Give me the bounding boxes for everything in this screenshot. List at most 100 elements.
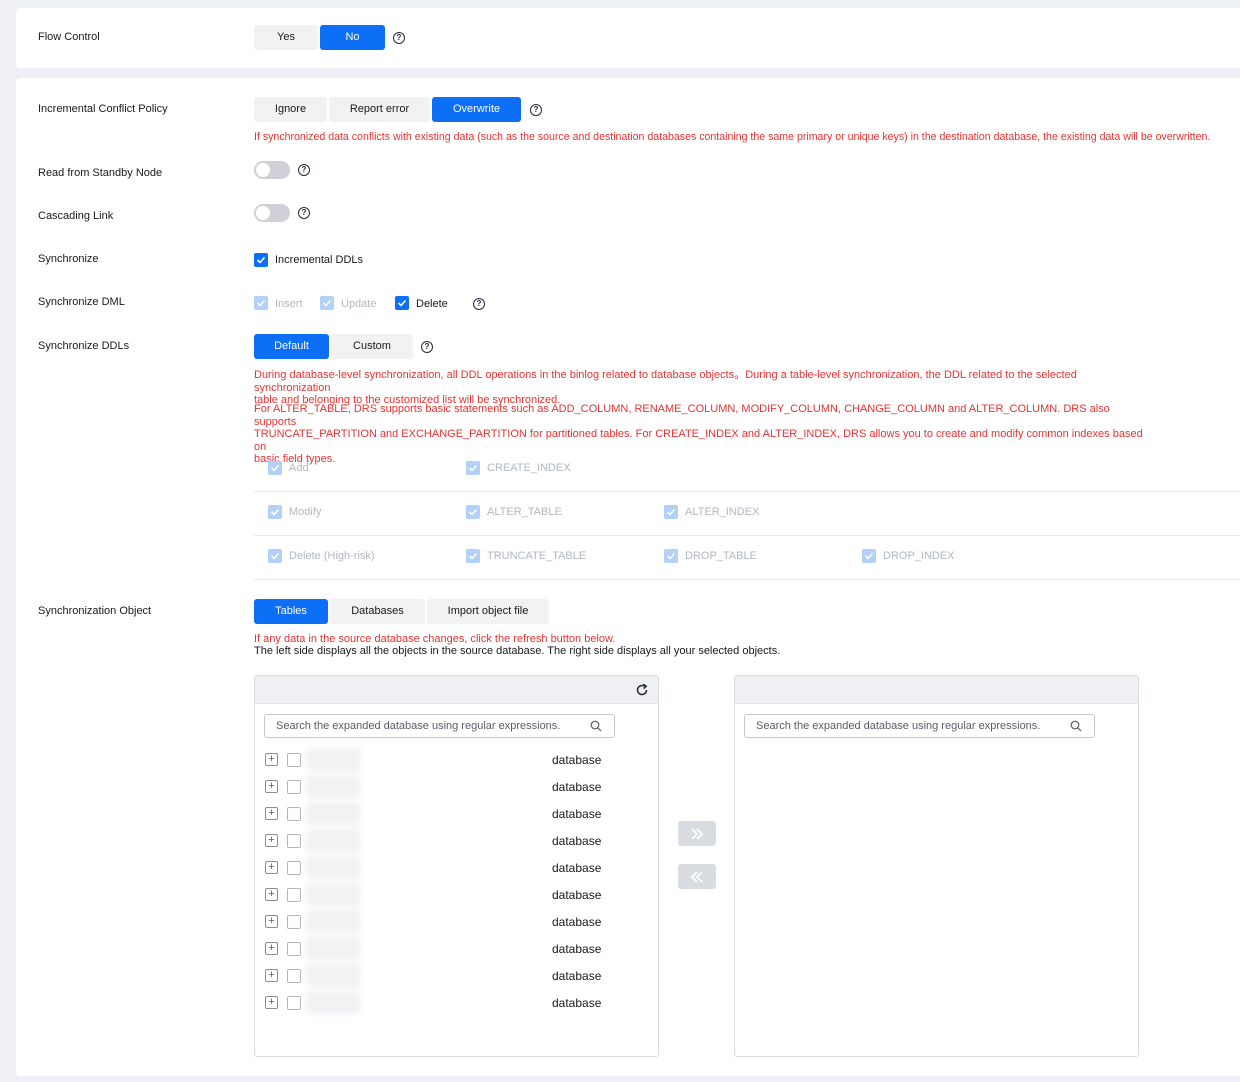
ddl-option-checkbox[interactable] [664,549,678,563]
list-item: + database [265,989,645,1016]
sync-dml-label: Synchronize DML [38,296,125,308]
ddl-option-checkbox[interactable] [664,505,678,519]
expand-icon[interactable]: + [265,807,278,820]
help-icon[interactable]: ? [421,341,433,353]
sync-object-databases[interactable]: Databases [330,599,425,624]
refresh-icon[interactable] [635,683,649,697]
standby-switch[interactable] [254,161,290,179]
sync-ddls-note-2: For ALTER_TABLE, DRS supports basic stat… [254,403,1154,466]
expand-icon[interactable]: + [265,942,278,955]
flow-control-yes[interactable]: Yes [254,25,318,50]
expand-icon[interactable]: + [265,780,278,793]
move-right-button[interactable] [678,821,716,846]
redacted-name [306,775,361,798]
help-icon[interactable]: ? [298,164,310,176]
help-icon[interactable]: ? [473,298,485,310]
conflict-policy-label: Incremental Conflict Policy [38,103,168,115]
expand-icon[interactable]: + [265,969,278,982]
insert-checkbox[interactable] [254,296,268,310]
ddl-option-checkbox[interactable] [268,505,282,519]
sync-object-toggle: Tables Databases Import object file [254,599,551,624]
sync-object-import[interactable]: Import object file [427,599,549,624]
list-item: + database [265,854,645,881]
redacted-name [306,748,361,771]
source-search-input[interactable]: Search the expanded database using regul… [264,714,615,738]
divider [254,535,1240,536]
sync-ddls-default[interactable]: Default [254,334,329,359]
expand-icon[interactable]: + [265,753,278,766]
note-line: basic field types. [254,453,336,465]
search-icon[interactable] [590,720,602,732]
list-item: + database [265,935,645,962]
item-checkbox[interactable] [287,834,301,848]
selected-objects-panel: Search the expanded database using regul… [734,675,1139,1057]
sync-object-tables[interactable]: Tables [254,599,328,624]
help-icon[interactable]: ? [393,32,405,44]
ddl-option-label: Modify [289,506,322,518]
expand-icon[interactable]: + [265,888,278,901]
ddl-option-checkbox[interactable] [268,549,282,563]
ddl-option-label: ALTER_TABLE [487,506,562,518]
divider [254,579,1240,580]
item-checkbox[interactable] [287,807,301,821]
conflict-policy-note: If synchronized data conflicts with exis… [254,131,1211,143]
list-item: + database [265,800,645,827]
item-checkbox[interactable] [287,942,301,956]
ddl-option-checkbox[interactable] [268,461,282,475]
item-checkbox[interactable] [287,861,301,875]
delete-label: Delete [416,298,448,310]
sync-ddls-note-1: During database-level synchronization, a… [254,369,1154,407]
divider [254,491,1240,492]
ddl-option-checkbox[interactable] [466,461,480,475]
sync-ddls-custom[interactable]: Custom [331,334,413,359]
synchronize-label: Synchronize [38,253,99,265]
expand-icon[interactable]: + [265,834,278,847]
help-icon[interactable]: ? [298,207,310,219]
expand-icon[interactable]: + [265,915,278,928]
cascading-switch[interactable] [254,204,290,222]
conflict-policy-ignore[interactable]: Ignore [254,97,327,122]
ddl-option-checkbox[interactable] [466,505,480,519]
conflict-policy-toggle: Ignore Report error Overwrite [254,97,523,122]
redacted-name [306,883,361,906]
ddl-option-checkbox[interactable] [862,549,876,563]
help-icon[interactable]: ? [530,104,542,116]
item-checkbox[interactable] [287,996,301,1010]
flow-control-toggle: Yes No [254,25,387,50]
move-left-button[interactable] [678,864,716,889]
redacted-name [306,856,361,879]
note-line: For ALTER_TABLE, DRS supports basic stat… [254,403,1110,428]
search-icon[interactable] [1070,720,1082,732]
delete-checkbox[interactable] [395,296,409,310]
item-checkbox[interactable] [287,969,301,983]
expand-icon[interactable]: + [265,996,278,1009]
item-checkbox[interactable] [287,780,301,794]
flow-control-no[interactable]: No [320,25,385,50]
incremental-ddls-label: Incremental DDLs [275,254,364,266]
item-checkbox[interactable] [287,753,301,767]
sync-ddls-toggle: Default Custom [254,334,415,359]
ddl-option-label: ALTER_INDEX [685,506,760,518]
item-type: database [552,861,602,875]
redacted-name [306,964,361,987]
conflict-policy-overwrite[interactable]: Overwrite [432,97,521,122]
redacted-name [306,937,361,960]
sync-object-label: Synchronization Object [38,605,152,617]
item-checkbox[interactable] [287,915,301,929]
ddl-option-label: Delete (High-risk) [289,550,375,562]
ddl-option-checkbox[interactable] [466,549,480,563]
redacted-name [306,802,361,825]
incremental-ddls-checkbox[interactable] [254,253,268,267]
update-checkbox[interactable] [320,296,334,310]
sync-object-note-red: If any data in the source database chang… [254,633,616,645]
item-type: database [552,834,602,848]
item-type: database [552,780,602,794]
conflict-policy-report-error[interactable]: Report error [329,97,430,122]
item-type: database [552,969,602,983]
list-item: + database [265,746,645,773]
selected-search-input[interactable]: Search the expanded database using regul… [744,714,1095,738]
expand-icon[interactable]: + [265,861,278,874]
item-type: database [552,807,602,821]
sync-ddls-label: Synchronize DDLs [38,340,130,352]
item-checkbox[interactable] [287,888,301,902]
